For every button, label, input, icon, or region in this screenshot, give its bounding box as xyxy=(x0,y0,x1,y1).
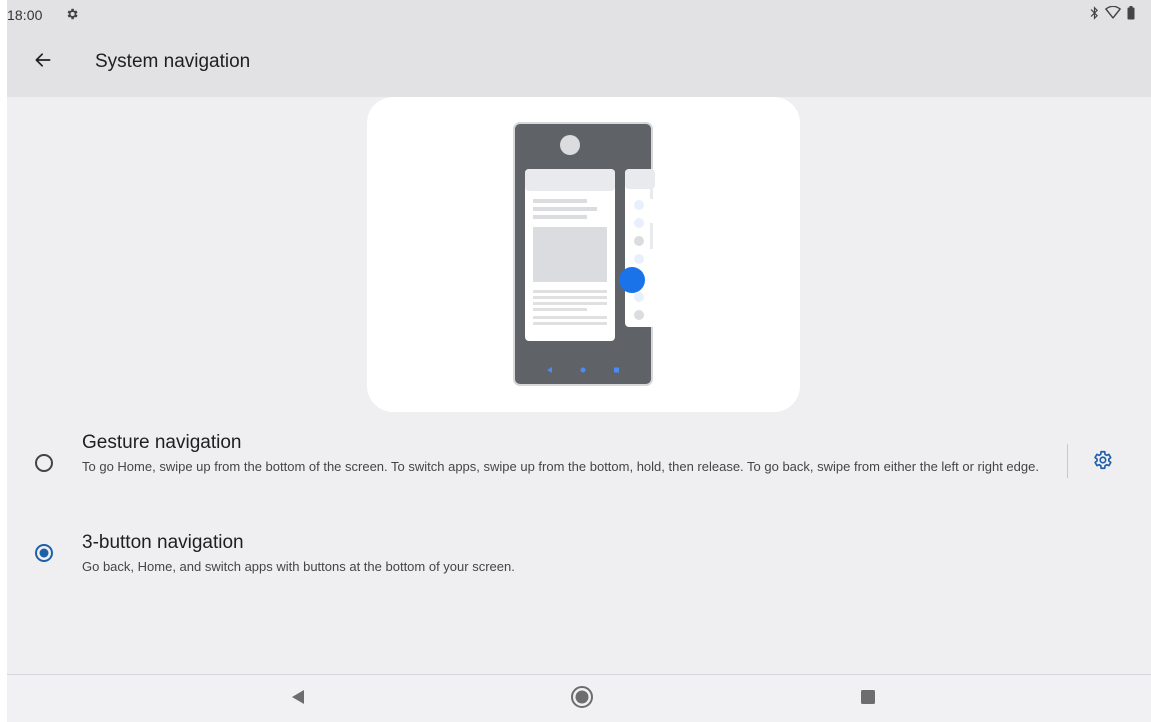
battery-icon xyxy=(1127,6,1135,25)
option-summary: To go Home, swipe up from the bottom of … xyxy=(82,459,1039,474)
nav-home-icon xyxy=(570,685,594,714)
status-bar: 18:00 xyxy=(7,0,1151,28)
mini-nav-home-icon xyxy=(580,367,586,373)
nav-back-button[interactable] xyxy=(286,687,310,711)
camera-dot xyxy=(560,135,580,155)
arrow-back-icon xyxy=(33,50,53,75)
radio-selected-icon[interactable] xyxy=(34,543,54,563)
touch-point xyxy=(619,267,645,293)
option-3-button-navigation[interactable]: 3-button navigation Go back, Home, and s… xyxy=(7,528,1151,584)
nav-home-button[interactable] xyxy=(570,685,594,714)
nav-recents-button[interactable] xyxy=(856,687,880,711)
nav-back-icon xyxy=(289,688,307,711)
bluetooth-icon xyxy=(1090,6,1099,25)
gesture-settings-button[interactable] xyxy=(1089,449,1115,475)
option-gesture-navigation[interactable]: Gesture navigation To go Home, swipe up … xyxy=(7,428,1151,500)
wifi-icon xyxy=(1105,5,1121,25)
back-button[interactable] xyxy=(27,46,59,78)
header-area: 18:00 System navigation xyxy=(7,0,1151,97)
navigation-bar xyxy=(7,674,1151,722)
mini-nav-recents-icon xyxy=(614,367,619,373)
illustration-card xyxy=(367,97,800,412)
gesture-navigation-illustration xyxy=(513,122,655,386)
option-summary: Go back, Home, and switch apps with butt… xyxy=(82,559,515,574)
settings-gear-icon xyxy=(65,7,79,21)
nav-recents-icon xyxy=(860,689,876,710)
option-title: Gesture navigation xyxy=(82,432,242,453)
status-time: 18:00 xyxy=(7,7,43,23)
toolbar: System navigation xyxy=(7,38,1151,86)
radio-unselected-icon[interactable] xyxy=(34,453,54,473)
status-icons xyxy=(1090,5,1135,25)
option-title: 3-button navigation xyxy=(82,532,244,553)
divider xyxy=(1067,444,1068,478)
gear-settings-icon xyxy=(1091,449,1113,476)
settings-screen: 18:00 System navigation Gesture navigati… xyxy=(7,0,1151,722)
page-title: System navigation xyxy=(95,51,251,72)
